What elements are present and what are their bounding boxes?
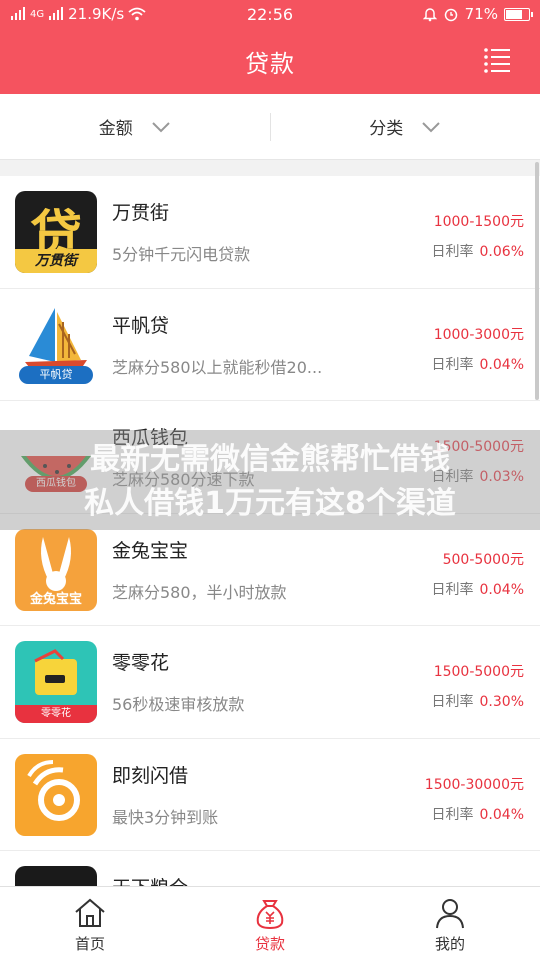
tab-home-label: 首页: [74, 935, 105, 953]
filter-amount-label: 金额: [98, 119, 133, 139]
logo-text: 平帆贷: [19, 365, 93, 384]
loan-amount: 1500-5000元: [433, 664, 524, 680]
filter-amount[interactable]: 金额: [0, 114, 270, 139]
tab-home[interactable]: 首页: [0, 887, 180, 960]
pingfandai-logo: 平帆贷: [15, 303, 97, 386]
rate-label: 日利率: [431, 581, 474, 598]
battery-icon: [504, 7, 533, 21]
nav-bar: 贷款: [0, 28, 540, 94]
rate-value: 0.04%: [479, 356, 524, 373]
alarm-icon: [444, 8, 457, 22]
loan-name: 零零花: [112, 652, 170, 674]
list-item[interactable]: 平帆贷 平帆贷 芝麻分580以上就能秒借20... 1000-3000元 日利率…: [0, 289, 540, 401]
page-title: 贷款: [245, 49, 295, 78]
list-item[interactable]: 天下粮仓: [0, 851, 540, 886]
loan-name: 天下粮仓: [112, 873, 188, 886]
jintu-logo: 金兔宝宝: [15, 528, 97, 611]
loan-amount: 500-5000元: [442, 551, 524, 568]
filter-category-label: 分类: [369, 119, 404, 139]
loan-rate: 日利率 0.06%: [432, 241, 524, 261]
home-icon: [75, 898, 105, 927]
tab-loan-label: 贷款: [254, 935, 285, 953]
network-speed: 21.9K/s: [68, 5, 125, 23]
list-item[interactable]: 即刻闪借 最快3分钟到账 1500-30000元 日利率 0.04%: [0, 739, 540, 851]
logo-text: 零零花: [15, 705, 97, 723]
loan-amount: 1500-30000元: [424, 776, 524, 793]
rate-label: 日利率: [431, 356, 474, 373]
loan-desc: 56秒极速审核放款: [112, 695, 245, 714]
loan-desc: 芝麻分580以上就能秒借20...: [112, 357, 323, 377]
watermark-overlay: 最新无需微信金熊帮忙借钱 私人借钱1万元有这8个渠道: [0, 430, 540, 530]
loan-list: 贷 万贯街 万贯街 5分钟千元闪电贷款 1000-1500元 日利率 0.06% …: [0, 176, 540, 886]
loan-amount: 1000-1500元: [433, 214, 524, 230]
loan-rate: 日利率 0.04%: [432, 579, 524, 599]
network-type: 4G: [30, 8, 45, 20]
status-left: 4G 21.9K/s: [10, 5, 210, 23]
status-right: 71%: [330, 5, 533, 23]
scrollbar[interactable]: [535, 162, 539, 400]
filter-bar: 金额 分类: [0, 94, 540, 160]
signal-icon: [11, 7, 25, 20]
signal-icon: [49, 7, 64, 20]
loan-name: 金兔宝宝: [112, 539, 189, 562]
wifi-icon: [128, 7, 146, 21]
rate-label: 日利率: [431, 694, 474, 710]
rate-label: 日利率: [431, 806, 474, 823]
loan-name: 平帆贷: [112, 314, 170, 337]
tab-mine[interactable]: 我的: [360, 887, 540, 960]
tianxia-logo: [15, 866, 97, 886]
battery-fill: [506, 9, 522, 19]
wanguanjie-logo: 贷 万贯街: [15, 191, 97, 273]
tab-loan[interactable]: 贷款: [180, 887, 360, 960]
logo-text: 万贯街: [15, 249, 97, 273]
money-bag-icon: [256, 900, 284, 930]
chevron-down-icon: [152, 121, 170, 132]
filter-category[interactable]: 分类: [271, 114, 540, 139]
loan-desc: 芝麻分580，半小时放款: [112, 582, 287, 602]
status-time: 22:56: [246, 4, 294, 24]
status-bar: 4G 21.9K/s 22:56 71%: [0, 0, 540, 28]
list-item[interactable]: 贷 万贯街 万贯街 5分钟千元闪电贷款 1000-1500元 日利率 0.06%: [0, 176, 540, 289]
watermark-line-1: 最新无需微信金熊帮忙借钱: [90, 442, 450, 477]
jike-logo: [15, 753, 97, 836]
loan-rate: 日利率 0.04%: [432, 804, 524, 824]
loan-name: 即刻闪借: [112, 764, 189, 787]
loan-desc: 最快3分钟到账: [112, 807, 219, 827]
rate-value: 0.04%: [479, 581, 524, 598]
bell-icon: [422, 8, 437, 22]
loan-rate: 日利率 0.04%: [432, 354, 524, 374]
rate-value: 0.04%: [479, 806, 524, 823]
rate-label: 日利率: [431, 244, 474, 260]
list-item[interactable]: 零零花 零零花 56秒极速审核放款 1500-5000元 日利率 0.30%: [0, 626, 540, 739]
list-menu-icon[interactable]: [482, 45, 512, 75]
loan-desc: 5分钟千元闪电贷款: [112, 245, 251, 264]
tab-mine-label: 我的: [434, 935, 465, 953]
loan-rate: 日利率 0.30%: [432, 691, 524, 711]
loan-name: 万贯街: [112, 202, 170, 224]
linglinghua-logo: 零零花: [15, 641, 97, 723]
user-icon: [436, 899, 464, 929]
rate-value: 0.30%: [479, 694, 524, 710]
watermark-line-2: 私人借钱1万元有这8个渠道: [84, 486, 456, 521]
chevron-down-icon: [422, 121, 440, 132]
tab-bar: 首页 贷款 我的: [0, 886, 540, 960]
battery-percent: 71%: [464, 5, 498, 23]
logo-text: 金兔宝宝: [29, 591, 82, 607]
loan-amount: 1000-3000元: [433, 326, 524, 343]
list-item[interactable]: 金兔宝宝 金兔宝宝 芝麻分580，半小时放款 500-5000元 日利率 0.04…: [0, 514, 540, 626]
coin-icon: [27, 759, 80, 821]
rate-value: 0.06%: [479, 244, 524, 260]
